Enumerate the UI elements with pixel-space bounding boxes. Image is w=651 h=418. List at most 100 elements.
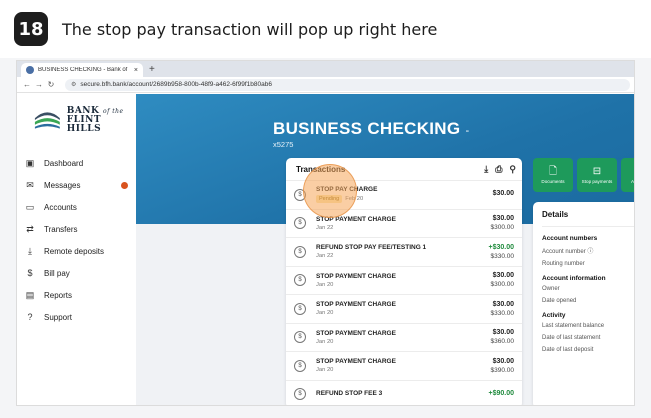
transaction-row[interactable]: $ STOP PAYMENT CHARGE Jan 20 $30.00 $330.00 (286, 294, 522, 323)
dollar-icon: $ (294, 274, 306, 287)
mail-icon: ✉ (26, 179, 34, 190)
details-field-label: Routing number (542, 261, 585, 267)
transaction-date: Jan 22 (316, 253, 334, 260)
transaction-date: Jan 20 (316, 281, 334, 288)
account-actions: 🗋 Documents ⊟ Stop payments △Al prefere (533, 158, 634, 192)
support-icon: ? (27, 312, 33, 322)
transaction-list: $ STOP PAY CHARGE Pending Feb 20 $30.00 $ STOP… (286, 180, 522, 406)
details-field-label: Date of last statement (542, 335, 601, 341)
sidebar-item-messages[interactable]: ✉ Messages (17, 174, 136, 196)
sidebar-item-remote-deposits[interactable]: ⤓ Remote deposits (17, 240, 136, 262)
details-field-label: Owner (542, 286, 560, 292)
transaction-amount: $30.00 (492, 329, 514, 337)
pending-badge: Pending (316, 195, 343, 204)
transaction-name: REFUND STOP FEE 3 (316, 389, 383, 397)
transaction-row[interactable]: $ STOP PAYMENT CHARGE Jan 20 $30.00 $300.00 (286, 265, 522, 295)
transaction-date: Jan 20 (316, 310, 334, 317)
banking-app: BANK of the FLINT HILLS ▣ Dashboard ✉ Messa… (17, 94, 634, 406)
running-balance: $330.00 (490, 309, 515, 317)
close-icon[interactable]: × (134, 67, 138, 74)
sidebar-item-label: Accounts (44, 202, 77, 212)
running-balance: $390.00 (490, 366, 515, 374)
bank-name: BANK of the FLINT HILLS (66, 105, 124, 134)
transaction-amount: $30.00 (492, 215, 514, 223)
sidebar-item-reports[interactable]: ▤ Reports (17, 284, 136, 306)
reports-icon: ▤ (25, 289, 35, 300)
details-section-heading: Activity (542, 312, 566, 319)
transaction-row[interactable]: $ STOP PAY CHARGE Pending Feb 20 $30.00 (286, 180, 522, 209)
dollar-icon: $ (294, 331, 306, 344)
action-stop-payments-button[interactable]: ⊟ Stop payments (577, 158, 617, 192)
download-icon[interactable]: ⤓ (484, 164, 488, 175)
tab-title: BUSINESS CHECKING - Bank of (38, 67, 128, 73)
transactions-title: Transactions (296, 164, 346, 174)
tab-bar: BUSINESS CHECKING - Bank of × + (17, 61, 634, 77)
transaction-name: STOP PAYMENT CHARGE (316, 272, 396, 280)
transaction-name: REFUND STOP PAY FEE/TESTING 1 (316, 244, 427, 252)
sidebar-item-label: Dashboard (44, 158, 84, 168)
sidebar-item-label: Messages (44, 180, 81, 190)
sidebar-item-transfers[interactable]: ⇄ Transfers (17, 218, 136, 240)
details-section: Activity Last statement balance Date of la… (542, 312, 634, 353)
transaction-row[interactable]: $ STOP PAYMENT CHARGE Jan 20 $30.00 $360.00 (286, 322, 522, 352)
transaction-date: Jan 20 (316, 367, 334, 374)
transaction-date: Jan 22 (316, 224, 334, 231)
main-content: BUSINESS CHECKING - x5275 Transactions ⤓… (136, 94, 634, 406)
transaction-row[interactable]: $ STOP PAYMENT CHARGE Jan 20 $30.00 $390.00 (286, 351, 522, 380)
details-field-label: Date of last deposit (542, 347, 594, 353)
print-icon[interactable]: ⎙ (495, 164, 502, 175)
sidebar-item-bill-pay[interactable]: $ Bill pay (17, 262, 136, 284)
details-sections: Account numbers Account number ⓘ Routing n… (542, 235, 634, 353)
site-settings-icon[interactable]: ⚙ (71, 81, 76, 88)
back-icon[interactable]: ← (21, 80, 33, 89)
transaction-row[interactable]: $ REFUND STOP FEE 3 +$90.00 (286, 379, 522, 406)
sidebar-item-label: Reports (44, 290, 73, 300)
action-al-prefere-button[interactable]: △Al prefere (621, 158, 634, 192)
sidebar-item-support[interactable]: ? Support (17, 306, 136, 328)
dollar-icon: $ (294, 359, 306, 372)
new-tab-icon[interactable]: + (149, 63, 155, 77)
running-balance: $330.00 (490, 252, 515, 260)
bank-logo[interactable]: BANK of the FLINT HILLS (17, 94, 136, 146)
transaction-date: Feb 20 (345, 196, 364, 203)
dollar-icon: $ (294, 245, 306, 258)
sidebar-item-accounts[interactable]: ▭ Accounts (17, 196, 136, 218)
transaction-amount: +$90.00 (488, 389, 515, 397)
transaction-amount: $30.00 (492, 300, 514, 308)
action-label: Stop payments (581, 179, 613, 184)
running-balance: $300.00 (490, 224, 515, 232)
transaction-row[interactable]: $ REFUND STOP PAY FEE/TESTING 1 Jan 22 +$30… (286, 237, 522, 266)
transaction-name: STOP PAYMENT CHARGE (316, 329, 396, 337)
transaction-name: STOP PAYMENT CHARGE (316, 215, 396, 223)
sidebar-item-dashboard[interactable]: ▣ Dashboard (17, 152, 136, 174)
transaction-row[interactable]: $ STOP PAYMENT CHARGE Jan 22 $30.00 $300.00 (286, 208, 522, 238)
accounts-icon: ▭ (25, 201, 35, 212)
forward-icon[interactable]: → (33, 80, 45, 89)
details-field-label: Date opened (542, 298, 577, 304)
details-section: Account numbers Account number ⓘ Routing n… (542, 235, 634, 267)
address-bar: ← → ↻ ⚙ secure.bfh.bank/account/2689b958… (17, 77, 634, 93)
sidebar-item-label: Support (44, 312, 73, 322)
favicon-icon (26, 66, 34, 74)
sidebar-item-label: Remote deposits (44, 246, 105, 256)
account-number: x5275 (273, 140, 294, 149)
action-documents-button[interactable]: 🗋 Documents (533, 158, 573, 192)
details-section-heading: Account numbers (542, 235, 598, 242)
dashboard-icon: ▣ (25, 157, 35, 168)
browser-tab[interactable]: BUSINESS CHECKING - Bank of × (21, 63, 143, 77)
sidebar-item-label: Transfers (44, 224, 78, 234)
search-icon[interactable]: ⚲ (509, 164, 516, 175)
bank-logo-icon (34, 112, 60, 129)
transaction-amount: $30.00 (492, 357, 514, 365)
reload-icon[interactable]: ↻ (45, 80, 57, 89)
transaction-amount: $30.00 (492, 190, 514, 198)
url-text: secure.bfh.bank/account/2689b958-800b-48… (80, 81, 272, 88)
url-field[interactable]: ⚙ secure.bfh.bank/account/2689b958-800b-… (65, 78, 630, 91)
action-icon: ⊟ (592, 166, 602, 177)
bill-icon: $ (27, 268, 33, 278)
dollar-icon: $ (294, 217, 306, 230)
unread-badge (121, 181, 128, 189)
dollar-icon: $ (294, 188, 306, 201)
deposit-icon: ⤓ (28, 245, 32, 256)
transaction-name: STOP PAYMENT CHARGE (316, 358, 396, 366)
